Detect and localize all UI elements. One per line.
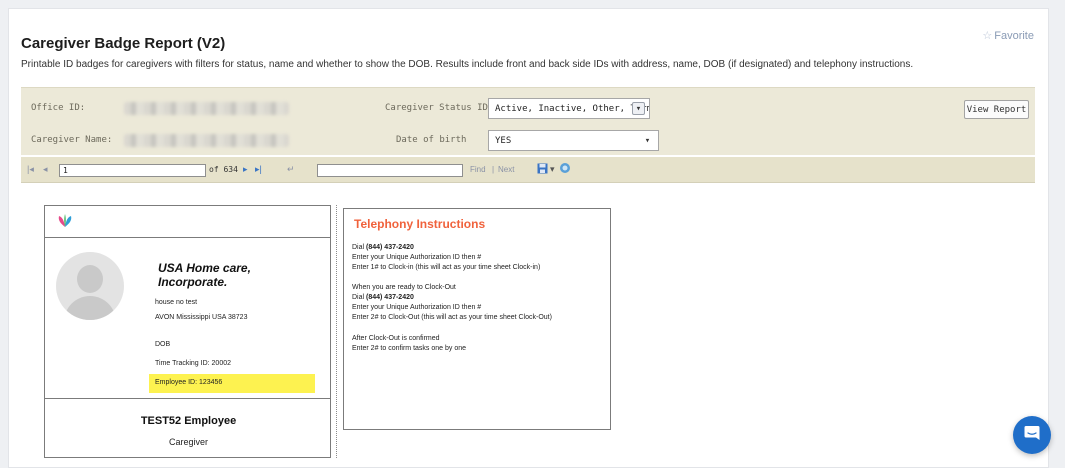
employee-id: Employee ID: 123456 <box>155 379 223 386</box>
phone-number: (844) 437-2420 <box>366 244 414 251</box>
chevron-down-icon[interactable]: ▾ <box>550 164 555 175</box>
divider <box>45 398 330 399</box>
prev-page-icon[interactable]: ◂ <box>43 164 48 175</box>
company-name: USA Home care, Incorporate. <box>158 261 251 289</box>
favorite-link[interactable]: ☆ Favorite <box>982 29 1034 43</box>
instruction-line: Enter 1# to Clock-in (this will act as y… <box>352 264 541 271</box>
view-report-button[interactable]: View Report <box>964 100 1029 119</box>
back-icon[interactable]: ↵ <box>287 164 295 175</box>
employee-role: Caregiver <box>168 437 208 447</box>
instruction-line: When you are ready to Clock-Out <box>352 284 456 291</box>
filter-panel: Office ID: Caregiver Status ID: Active, … <box>21 87 1035 155</box>
favorite-label: Favorite <box>994 29 1034 42</box>
next-link[interactable]: Next <box>498 165 514 174</box>
last-page-icon[interactable]: ▸| <box>255 164 262 175</box>
find-separator: | <box>492 165 495 174</box>
dial-line-1: Dial (844) 437-2420 <box>352 244 414 251</box>
dob-label: Date of birth <box>396 135 467 145</box>
dial-prefix: Dial <box>352 244 365 251</box>
dob-value: YES <box>495 135 512 146</box>
caregiver-status-value: Active, Inactive, Other, Terminate <box>495 103 649 114</box>
report-toolbar: |◂ ◂ 1 of 634 ▸ ▸| ↵ Find | Next ▾ <box>21 157 1035 183</box>
phone-number: (844) 437-2420 <box>366 294 414 301</box>
address-line-1: house no test <box>155 299 198 306</box>
first-page-icon[interactable]: |◂ <box>27 164 34 175</box>
badge-separator <box>336 205 337 458</box>
instruction-line: Enter your Unique Authorization ID then … <box>352 304 482 311</box>
chevron-down-icon: ▾ <box>632 102 645 115</box>
employee-name: TEST52 Employee <box>140 415 237 427</box>
telephony-title: Telephony Instructions <box>354 217 486 231</box>
page-count: of 634 <box>209 165 238 174</box>
dial-prefix: Dial <box>352 294 365 301</box>
company-line-2: Incorporate. <box>158 275 228 289</box>
next-page-icon[interactable]: ▸ <box>243 164 248 175</box>
office-id-label: Office ID: <box>31 103 86 113</box>
instruction-line: Enter 2# to Clock-Out (this will act as … <box>352 314 552 321</box>
office-id-field[interactable] <box>124 102 289 115</box>
star-icon: ☆ <box>982 30 993 42</box>
time-tracking-id: Time Tracking ID: 20002 <box>155 360 231 367</box>
chat-icon <box>1023 424 1041 447</box>
logo-icon <box>56 214 74 233</box>
avatar-placeholder-icon <box>56 252 124 320</box>
find-input[interactable] <box>317 164 463 177</box>
refresh-icon[interactable] <box>559 162 571 176</box>
instruction-line: Enter 2# to confirm tasks one by one <box>352 345 467 352</box>
badge-back: Telephony Instructions Dial (844) 437-24… <box>343 208 611 430</box>
badge-front: USA Home care, Incorporate. house no tes… <box>44 205 331 458</box>
caregiver-name-field[interactable] <box>124 134 289 147</box>
page-number-input[interactable]: 1 <box>59 164 206 177</box>
report-card: ☆ Favorite Caregiver Badge Report (V2) P… <box>8 8 1049 468</box>
caregiver-status-label: Caregiver Status ID: <box>385 103 494 113</box>
caregiver-status-select[interactable]: Active, Inactive, Other, Terminate ▾ <box>488 98 650 119</box>
instruction-line: After Clock-Out is confirmed <box>352 335 440 342</box>
dob-select[interactable]: YES ▾ <box>488 130 659 151</box>
caregiver-name-label: Caregiver Name: <box>31 135 113 145</box>
dob-text: DOB <box>155 341 171 348</box>
chat-button[interactable] <box>1013 416 1051 454</box>
find-link[interactable]: Find <box>470 165 486 174</box>
dial-line-2: Dial (844) 437-2420 <box>352 294 414 301</box>
chevron-down-icon: ▾ <box>644 135 651 146</box>
page-title: Caregiver Badge Report (V2) <box>21 35 226 52</box>
divider <box>45 237 330 238</box>
save-icon[interactable] <box>537 163 548 176</box>
page-description: Printable ID badges for caregivers with … <box>21 59 914 70</box>
instruction-line: Enter your Unique Authorization ID then … <box>352 254 482 261</box>
company-line-1: USA Home care, <box>158 261 251 275</box>
address-line-2: AVON Mississippi USA 38723 <box>155 314 248 321</box>
